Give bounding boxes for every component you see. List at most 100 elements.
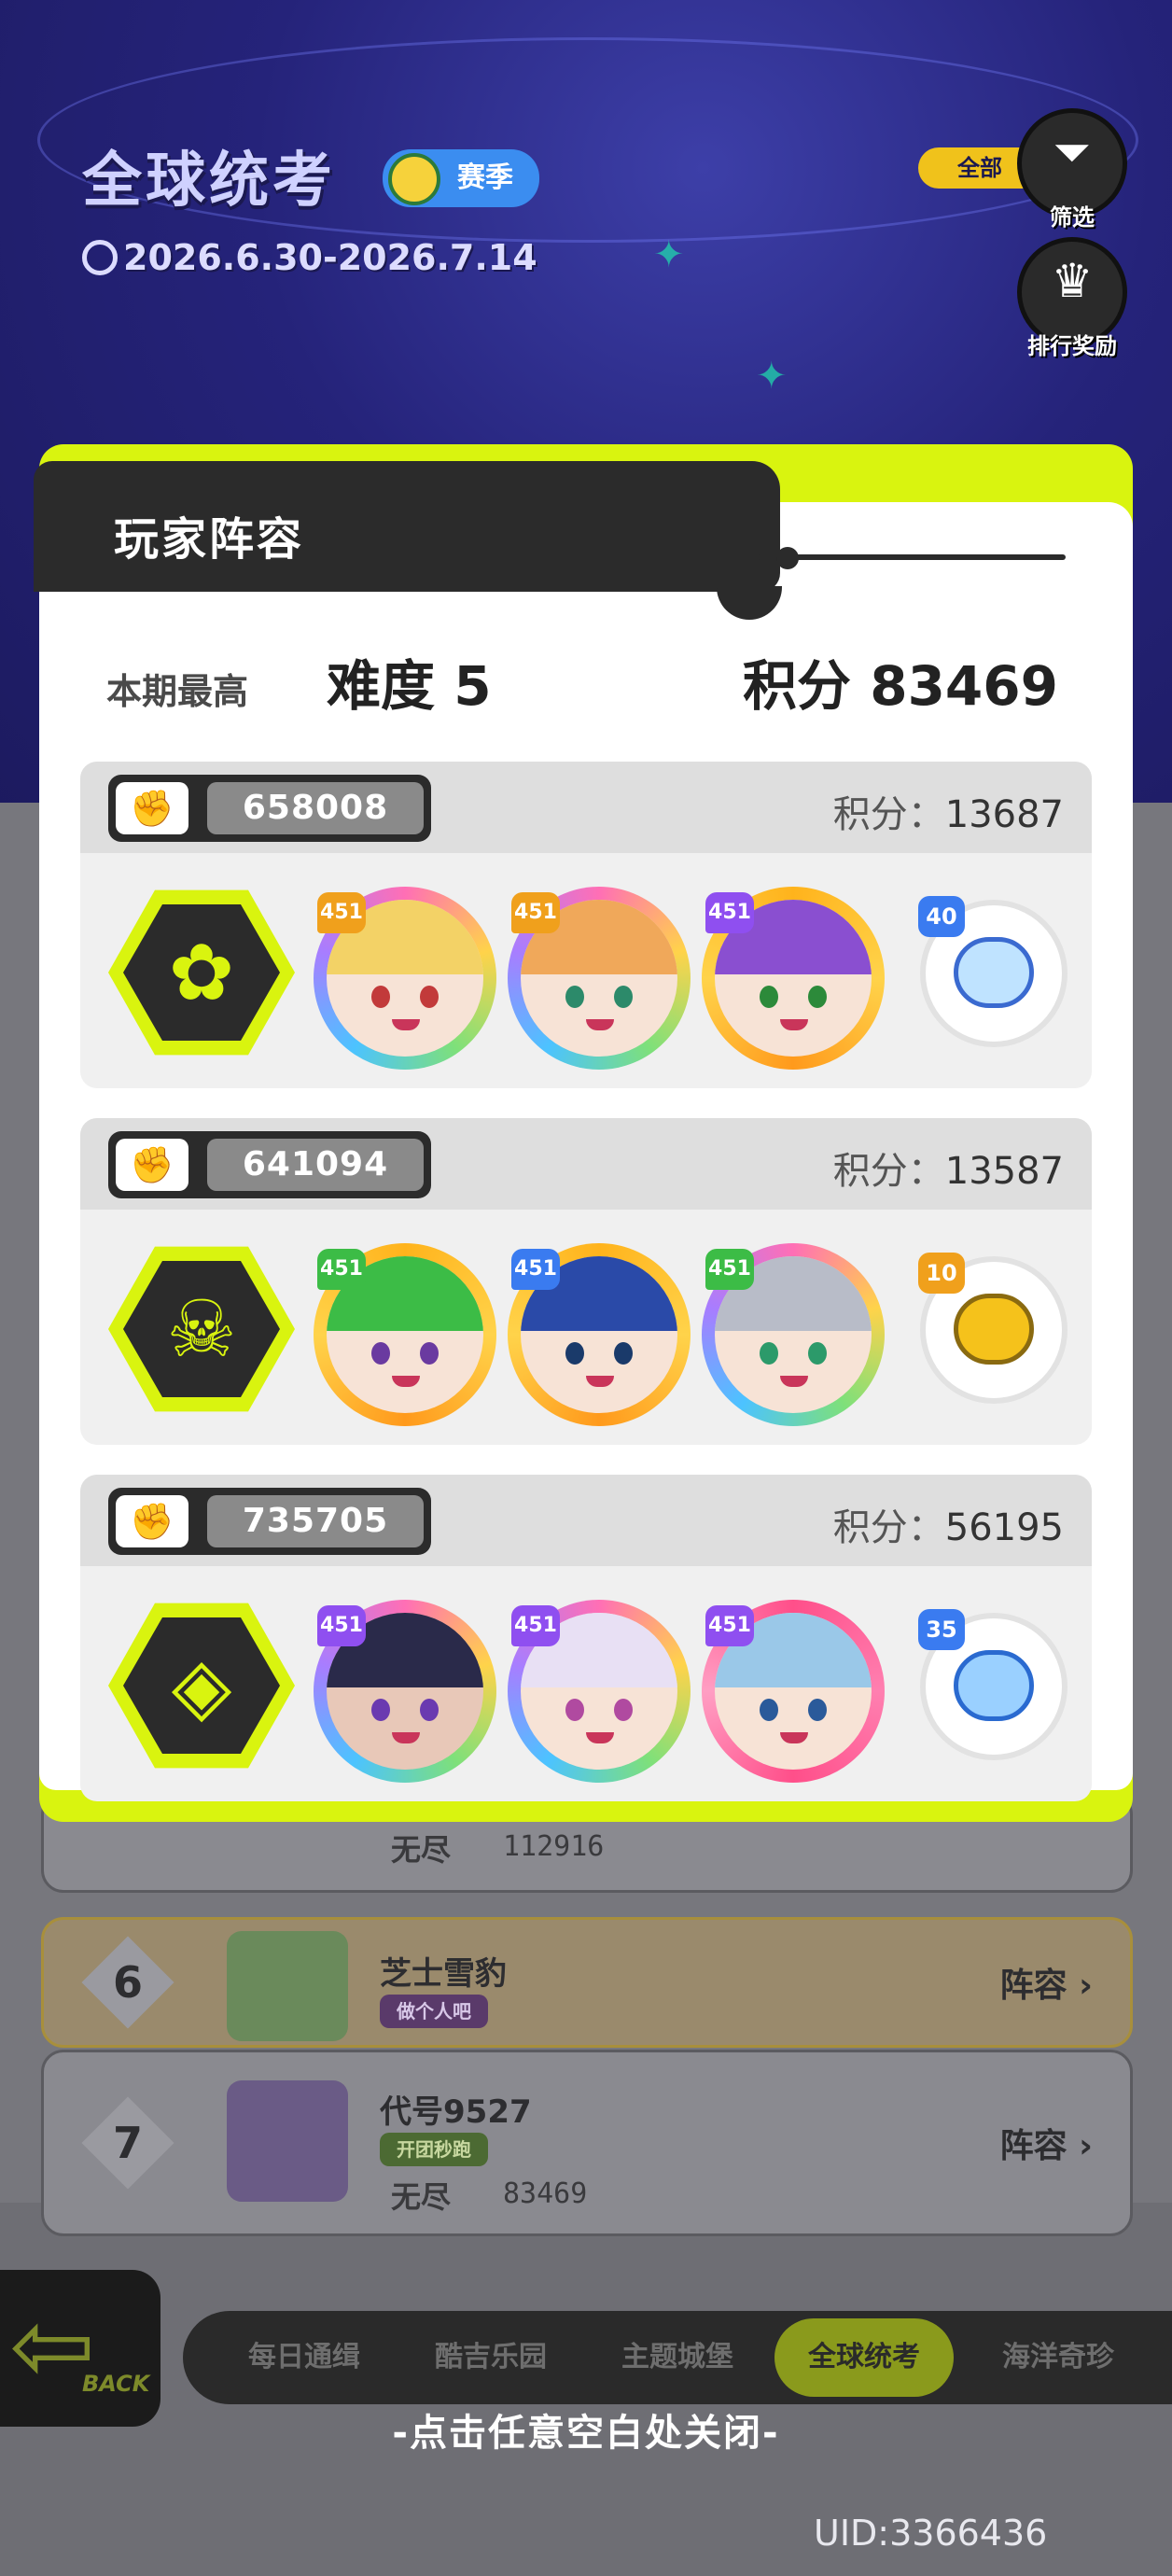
hero-avatar[interactable]: 451: [702, 1243, 885, 1426]
hero-level-badge: 451: [317, 1605, 366, 1646]
pet-avatar[interactable]: 35: [918, 1609, 1067, 1760]
clock-icon: [82, 240, 118, 275]
pet-avatar[interactable]: 40: [918, 896, 1067, 1047]
row-name: 代号9527: [380, 2093, 532, 2131]
hero-level-badge: 451: [705, 1249, 754, 1290]
team-score-value: 56195: [944, 1506, 1064, 1549]
hero-mouth: [586, 1019, 614, 1030]
row-rank: 6: [81, 1936, 174, 2029]
row-name: 芝士雪豹: [380, 1955, 507, 1993]
tab-theme-castle[interactable]: 主题城堡: [621, 2311, 733, 2404]
lineup-link-label: 阵容: [999, 1967, 1067, 2005]
row-mode: 无尽: [391, 1832, 452, 1868]
lineup-link[interactable]: 阵容 ›: [1000, 2119, 1093, 2167]
rewards-button-label: 排行奖励: [1027, 333, 1117, 359]
tab-ocean-treasure[interactable]: 海洋奇珍: [1002, 2311, 1114, 2404]
hero-level-badge: 451: [705, 1605, 754, 1646]
modal-title: 玩家阵容: [114, 513, 305, 566]
fist-icon: ✊: [116, 782, 188, 834]
team-card: ✊ 735705 积分：56195 ◈ 451 451 451 35: [80, 1475, 1092, 1801]
hero-avatar[interactable]: 451: [702, 1600, 885, 1783]
team-score: 积分：56195: [833, 1497, 1064, 1551]
hero-eye: [760, 1699, 778, 1721]
hero-eye: [614, 986, 633, 1008]
hero-mouth: [392, 1732, 420, 1743]
rewards-button[interactable]: ♛ 排行奖励: [1017, 237, 1127, 359]
team-score-label: 积分：: [832, 793, 945, 836]
team-card: ✊ 658008 积分：13687 ✿ 451 451 451 40: [80, 762, 1092, 1088]
fist-icon: ✊: [116, 1495, 188, 1547]
hero-eye: [371, 986, 390, 1008]
funnel-icon: ⏷: [1053, 125, 1091, 179]
hero-eye: [760, 1342, 778, 1365]
hero-avatar[interactable]: 451: [508, 1243, 691, 1426]
hero-level-badge: 451: [511, 1249, 560, 1290]
hero-mouth: [392, 1376, 420, 1387]
hero-eye: [808, 1342, 827, 1365]
hero-avatar[interactable]: 451: [702, 887, 885, 1070]
hero-eye: [565, 1342, 584, 1365]
hero-eye: [808, 986, 827, 1008]
date-range: 2026.6.30-2026.7.14: [82, 237, 537, 278]
hero-level-badge: 451: [511, 892, 560, 933]
best-difficulty: 难度 5: [327, 654, 492, 718]
close-hint[interactable]: -点击任意空白处关闭-: [0, 2402, 1172, 2457]
team-score-value: 13587: [944, 1150, 1064, 1193]
hero-mouth: [780, 1732, 808, 1743]
row-tag: 做个人吧: [380, 1995, 488, 2028]
team-score-value: 13687: [944, 793, 1064, 836]
team-id-pill: ✊ 658008: [108, 775, 431, 842]
hero-eye: [808, 1699, 827, 1721]
ranking-row[interactable]: 7 代号9527 开团秒跑 无尽 83469 阵容 ›: [41, 2050, 1133, 2236]
lineup-modal: 玩家阵容 本期最高 难度 5 积分 83469 ✊ 658008 积分：1368…: [34, 444, 1133, 1822]
hero-eye: [420, 986, 439, 1008]
sparkle-icon: ✦: [756, 355, 788, 398]
team-id-pill: ✊ 735705: [108, 1488, 431, 1555]
pet-body: [954, 1294, 1034, 1365]
lineup-link[interactable]: 阵容 ›: [1000, 1958, 1093, 2007]
hero-eye: [760, 986, 778, 1008]
row-tag: 开团秒跑: [380, 2133, 488, 2166]
trophy-icon: ♛: [1051, 254, 1094, 308]
header-decor-dot: [776, 547, 799, 569]
pet-body: [954, 1650, 1034, 1721]
ranking-row[interactable]: 6 芝士雪豹 做个人吧 阵容 ›: [41, 1917, 1133, 2048]
hero-mouth: [392, 1019, 420, 1030]
hero-avatar[interactable]: 451: [314, 1243, 496, 1426]
hero-eye: [565, 986, 584, 1008]
hero-level-badge: 451: [511, 1605, 560, 1646]
team-card: ✊ 641094 积分：13587 ☠ 451 451 451 10: [80, 1118, 1092, 1445]
team-score: 积分：13587: [833, 1141, 1064, 1195]
pet-avatar[interactable]: 10: [918, 1253, 1067, 1404]
filter-button[interactable]: ⏷ 筛选: [1017, 108, 1127, 231]
hero-eye: [420, 1342, 439, 1365]
row-rank: 7: [81, 2096, 174, 2190]
hero-avatar[interactable]: 451: [314, 887, 496, 1070]
pet-level-badge: 40: [918, 896, 965, 937]
lineup-link-label: 阵容: [999, 2127, 1067, 2165]
uid-label: UID:3366436: [814, 2513, 1048, 2554]
hero-avatar[interactable]: 451: [314, 1600, 496, 1783]
page-title: 全球统考: [82, 147, 336, 216]
back-label: BACK: [82, 2371, 150, 2397]
best-score: 积分 83469: [743, 654, 1058, 718]
pet-body: [954, 937, 1034, 1008]
tab-kuji-park[interactable]: 酷吉乐园: [435, 2311, 547, 2404]
modal-body: 玩家阵容 本期最高 难度 5 积分 83469 ✊ 658008 积分：1368…: [34, 461, 1133, 1801]
season-label: 赛季: [457, 161, 513, 194]
tab-daily-wanted[interactable]: 每日通缉: [248, 2311, 360, 2404]
team-score-label: 积分：: [832, 1506, 945, 1549]
tab-global-exam[interactable]: 全球统考: [774, 2318, 954, 2397]
hero-level-badge: 451: [317, 892, 366, 933]
best-label: 本期最高: [106, 671, 249, 712]
season-badge: 赛季: [383, 149, 539, 207]
date-range-text: 2026.6.30-2026.7.14: [123, 237, 537, 278]
filter-button-label: 筛选: [1050, 204, 1095, 231]
header-decor-line: [758, 554, 1066, 560]
team-id: 641094: [207, 1139, 424, 1191]
hero-avatar[interactable]: 451: [508, 1600, 691, 1783]
hero-avatar[interactable]: 451: [508, 887, 691, 1070]
team-id-pill: ✊ 641094: [108, 1131, 431, 1198]
hero-mouth: [586, 1732, 614, 1743]
hero-eye: [565, 1699, 584, 1721]
